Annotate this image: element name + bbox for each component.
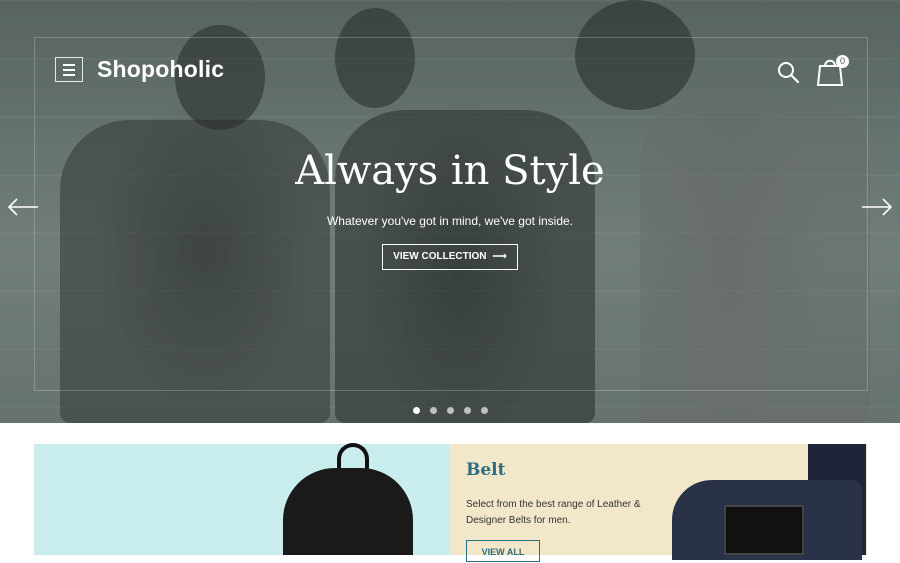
search-icon[interactable] <box>776 60 800 84</box>
view-all-button[interactable]: VIEW ALL <box>466 540 540 562</box>
slider-dot-5[interactable] <box>481 407 488 414</box>
belt-buckle-image <box>724 505 804 555</box>
slider-pagination <box>413 401 498 414</box>
slider-dot-4[interactable] <box>464 407 471 414</box>
arrow-right-icon: ⟶ <box>492 251 507 262</box>
promo-description: Select from the best range of Leather & … <box>466 499 641 526</box>
hero-subline: Whatever you've got in mind, we've got i… <box>326 214 574 228</box>
cart-count-badge: 0 <box>836 55 849 68</box>
slider-dot-3[interactable] <box>447 407 454 414</box>
slider-dot-2[interactable] <box>430 407 437 414</box>
view-collection-button[interactable]: VIEW COLLECTION ⟶ <box>382 244 518 270</box>
hero-slider: Shopoholic 0 Always in Style Whatever yo… <box>0 0 900 423</box>
backpack-image <box>283 468 413 555</box>
brand-logo[interactable]: Shopoholic <box>97 56 224 83</box>
promo-title: Belt <box>466 460 506 480</box>
view-collection-label: VIEW COLLECTION <box>393 251 487 262</box>
slider-dot-1[interactable] <box>413 407 420 414</box>
hero-headline: Always in Style <box>295 148 605 194</box>
hamburger-menu-button[interactable] <box>55 57 83 82</box>
